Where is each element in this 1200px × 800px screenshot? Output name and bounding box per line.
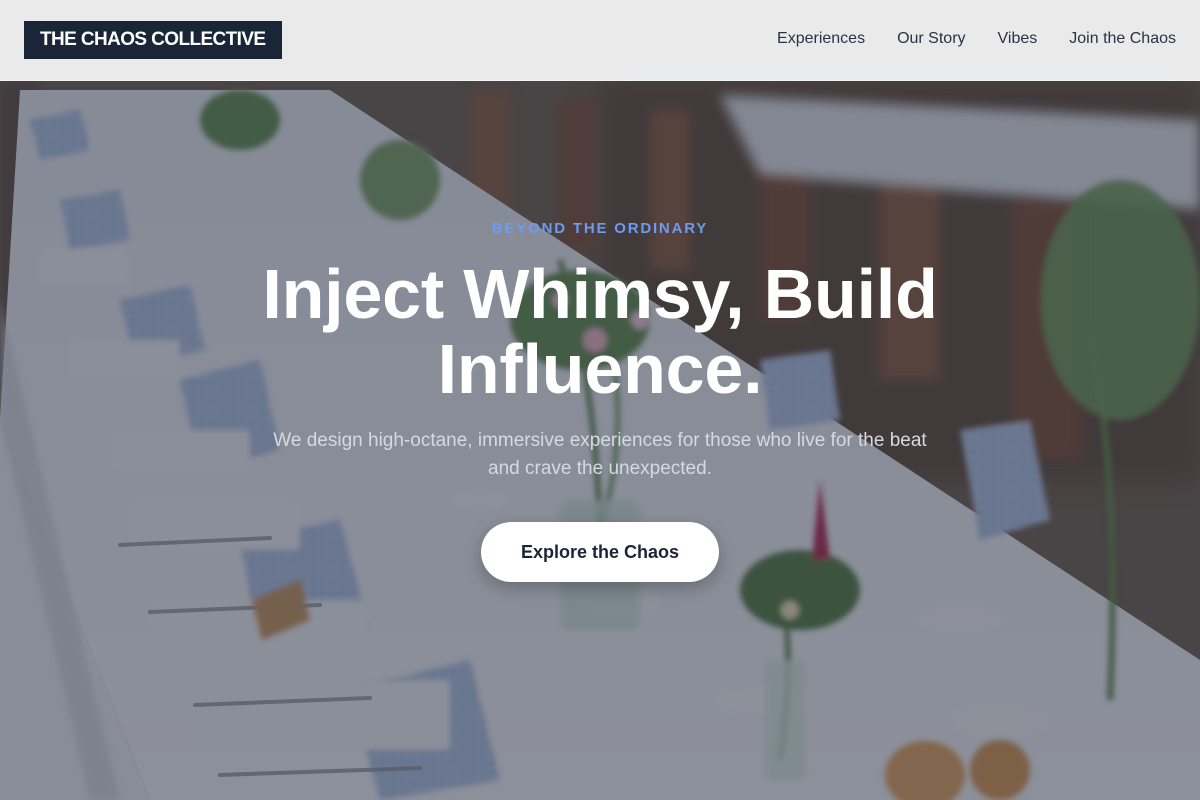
nav-link-join-the-chaos[interactable]: Join the Chaos <box>1069 29 1176 49</box>
hero-eyebrow: BEYOND THE ORDINARY <box>491 220 709 237</box>
site-header: THE CHAOS COLLECTIVE Experiences Our Sto… <box>0 0 1200 81</box>
nav-link-vibes[interactable]: Vibes <box>998 29 1038 49</box>
nav-link-our-story[interactable]: Our Story <box>897 29 965 49</box>
main-navigation: Experiences Our Story Vibes Join the Cha… <box>777 29 1176 49</box>
hero-headline: Inject Whimsy, Build Influence. <box>262 255 938 408</box>
nav-link-experiences[interactable]: Experiences <box>777 29 865 49</box>
landing-page: THE CHAOS COLLECTIVE Experiences Our Sto… <box>0 0 1200 800</box>
hero-subheading: We design high-octane, immersive experie… <box>273 430 927 479</box>
explore-the-chaos-button[interactable]: Explore the Chaos <box>481 522 719 582</box>
hero-section: BEYOND THE ORDINARY Inject Whimsy, Build… <box>0 0 1200 800</box>
brand-logo[interactable]: THE CHAOS COLLECTIVE <box>24 21 282 59</box>
